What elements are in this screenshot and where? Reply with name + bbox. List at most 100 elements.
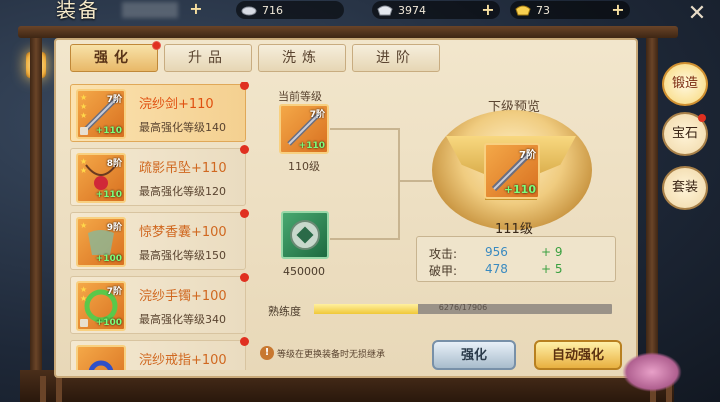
resource-gold-ingot: 73 +: [510, 1, 630, 19]
ring-icon: [88, 360, 114, 370]
frame-post-left: [30, 28, 42, 402]
star-icon: ★: [80, 157, 88, 166]
item-name: 浣纱剑+110: [139, 97, 214, 112]
side-tab-label: 宝石: [671, 126, 698, 141]
tab-label: 洗炼: [282, 50, 322, 66]
blurred-player-id: [122, 2, 178, 18]
lock-icon: [80, 319, 88, 327]
top-bar: 装备 + 716 3974 + 73 + ✕: [0, 0, 720, 26]
preview-item-slot[interactable]: 7阶 +110: [484, 143, 540, 199]
item-slot-ring: [76, 345, 126, 370]
item-max-level: 最高强化等级120: [139, 185, 226, 198]
connector-line: [330, 128, 400, 240]
list-item-equipment[interactable]: ★ ★ 7阶 +100 浣纱手镯+100 最高强化等级340: [70, 273, 249, 334]
add-silver-ingot-button[interactable]: +: [480, 2, 496, 18]
list-item-equipment[interactable]: 浣纱戒指+100: [70, 337, 249, 370]
item-name: 浣纱手镯+100: [139, 289, 227, 304]
equipment-list[interactable]: ★ ★ ★ 7阶 +110 浣纱剑+110 最高强化等级140 ★ ★ 8阶 +…: [66, 82, 250, 370]
list-item-equipment[interactable]: ★ ★ 8阶 +110 疏影吊坠+110 最高强化等级120: [70, 145, 249, 206]
item-level: +110: [298, 141, 325, 151]
item-grade: 7阶: [519, 150, 536, 161]
list-item-equipment[interactable]: ★ ★ ★ 7阶 +110 浣纱剑+110 最高强化等级140: [70, 82, 249, 142]
current-level-label: 当前等级: [278, 90, 322, 103]
item-slot-bracelet: ★ ★ 7阶 +100: [76, 281, 126, 331]
notification-dot: [152, 41, 161, 50]
add-gold-ingot-button[interactable]: +: [610, 2, 626, 18]
lotus-decoration: [622, 352, 682, 392]
notification-dot: [240, 273, 249, 282]
notification-dot: [240, 209, 249, 218]
tab-upgrade-quality[interactable]: 升品: [164, 44, 252, 72]
rail-slat: [56, 376, 62, 402]
item-grade: 7阶: [106, 287, 122, 297]
stat-attack-label: 攻击:: [429, 247, 458, 261]
item-slot-pendant: ★ ★ 8阶 +110: [76, 153, 126, 203]
notification-dot: [240, 337, 249, 346]
item-name: 惊梦香囊+100: [139, 225, 227, 240]
rail-slat: [40, 376, 46, 402]
notification-dot: [240, 82, 249, 90]
connector-line: [398, 180, 432, 182]
item-slot-sachet: ★ 9阶 +100: [76, 217, 126, 267]
item-max-level: 最高强化等级150: [139, 249, 226, 262]
side-tab-forge[interactable]: 锻造: [662, 62, 708, 106]
star-icon: ★: [80, 93, 88, 102]
stats-panel: 攻击: 956 + 9 破甲: 478 + 5: [416, 236, 616, 282]
tab-label: 升品: [188, 50, 228, 66]
stat-attack-value: 956: [485, 245, 508, 259]
gold-ingot-value: 73: [536, 3, 550, 17]
inherit-note: 等级在更换装备时无损继承: [277, 350, 386, 360]
frame-top-beam: [18, 26, 678, 38]
frame-post-right: [646, 28, 658, 402]
silver-ingot-icon: [377, 5, 393, 16]
item-grade: 7阶: [106, 95, 122, 105]
resource-silver-ingot: 3974 +: [372, 1, 500, 19]
star-icon: ★: [80, 111, 88, 120]
proficiency-text: 6276/17906: [438, 303, 488, 312]
auto-strengthen-button[interactable]: 自动强化: [534, 340, 622, 370]
tab-refine[interactable]: 洗炼: [258, 44, 346, 72]
item-slot-sword: ★ ★ ★ 7阶 +110: [76, 89, 126, 139]
material-slot[interactable]: [281, 211, 329, 259]
tab-strengthen[interactable]: 强化: [70, 41, 161, 72]
side-tab-set[interactable]: 套装: [662, 166, 708, 210]
silver-icon: [241, 6, 257, 16]
info-icon: !: [260, 346, 274, 360]
current-item-slot[interactable]: 7阶 +110: [279, 104, 329, 154]
item-max-level: 最高强化等级140: [139, 121, 226, 134]
stat-penetration-value: 478: [485, 262, 508, 276]
window-title: 装备: [56, 0, 100, 22]
current-level-value: 110级: [288, 160, 320, 173]
silver-ingot-value: 3974: [398, 3, 426, 17]
item-grade: 7阶: [309, 110, 325, 120]
tab-label: 强化: [94, 50, 134, 66]
add-currency-button[interactable]: +: [188, 1, 204, 17]
side-tab-label: 锻造: [671, 76, 698, 91]
material-cost: 450000: [283, 265, 325, 278]
star-icon: ★: [80, 166, 88, 175]
strengthen-button[interactable]: 强化: [432, 340, 516, 370]
gold-ingot-icon: [515, 5, 531, 16]
silver-value: 716: [262, 3, 283, 17]
stat-attack-increase: + 9: [541, 245, 563, 259]
side-tab-gem[interactable]: 宝石: [662, 112, 708, 156]
stat-penetration-label: 破甲:: [429, 264, 458, 278]
item-level: +110: [503, 183, 536, 196]
coin-icon: [290, 220, 320, 250]
item-grade: 9阶: [106, 223, 122, 233]
star-icon: ★: [80, 294, 88, 303]
item-level: +100: [95, 318, 122, 328]
notification-dot: [240, 145, 249, 154]
list-item-equipment[interactable]: ★ 9阶 +100 惊梦香囊+100 最高强化等级150: [70, 209, 249, 270]
item-level: +110: [95, 190, 122, 200]
preview-level-value: 111级: [495, 222, 533, 237]
item-max-level: 最高强化等级340: [139, 313, 226, 326]
item-name: 浣纱戒指+100: [139, 353, 227, 368]
tab-advance[interactable]: 进阶: [352, 44, 440, 72]
stat-penetration-increase: + 5: [541, 262, 563, 276]
star-icon: ★: [80, 221, 88, 230]
item-level: +100: [95, 254, 122, 264]
close-button[interactable]: ✕: [684, 2, 710, 28]
notification-dot: [698, 114, 706, 122]
star-icon: ★: [80, 102, 88, 111]
